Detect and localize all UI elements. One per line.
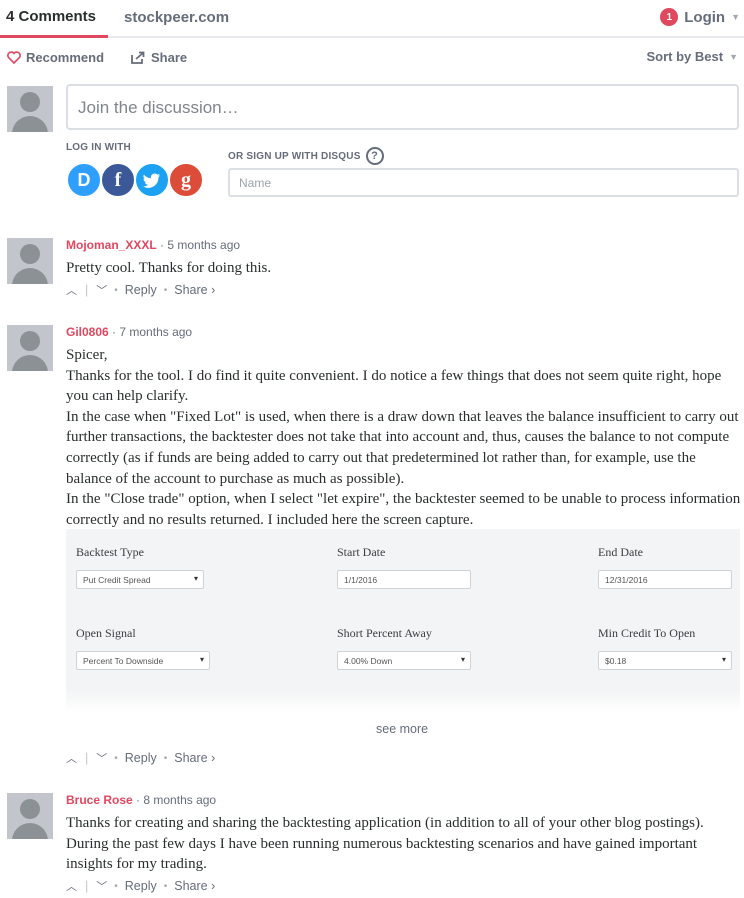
signup-label: OR SIGN UP WITH DISQUS (228, 150, 361, 162)
avatar (7, 325, 53, 371)
comment-author[interactable]: Gil0806 (66, 325, 109, 339)
comment-actions: ︿ | ﹀ • Reply • Share › (66, 750, 215, 766)
backtest-type-select: Put Credit Spread ▾ (76, 570, 204, 589)
active-tab-indicator (0, 35, 108, 38)
comment-actions: ︿ | ﹀ • Reply • Share › (66, 282, 215, 298)
embedded-screenshot[interactable]: Backtest Type Put Credit Spread ▾ Start D… (66, 529, 740, 712)
min-credit-label: Min Credit To Open (598, 626, 696, 640)
reply-button[interactable]: Reply (125, 879, 157, 893)
short-percent-select: 4.00% Down ▾ (337, 651, 471, 670)
disqus-icon[interactable]: D (66, 162, 102, 198)
divider: | (85, 283, 89, 297)
upvote-icon[interactable]: ︿ (66, 750, 77, 766)
comment-paragraph: Thanks for the tool. I do find it quite … (66, 367, 722, 405)
min-credit-select: $0.18 ▾ (598, 651, 732, 670)
social-login-buttons: D f g (66, 162, 204, 198)
comment-meta: Mojoman_XXXL · 5 months ago (66, 238, 240, 252)
comment-paragraph: In the case when "Fixed Lot" is used, wh… (66, 408, 739, 487)
comment-textarea[interactable]: Join the discussion… (66, 84, 739, 130)
sort-dropdown[interactable]: Sort by Best ▼ (647, 49, 739, 64)
twitter-icon[interactable] (134, 162, 170, 198)
comment-time[interactable]: · 7 months ago (112, 325, 192, 339)
action-bar: Recommend Share Sort by Best ▼ (0, 46, 744, 72)
avatar (7, 86, 53, 132)
comment-time[interactable]: · 5 months ago (160, 238, 240, 252)
comment-body: Pretty cool. Thanks for doing this. (66, 258, 742, 279)
tab-comments[interactable]: 4 Comments (6, 8, 96, 25)
downvote-icon[interactable]: ﹀ (96, 878, 107, 894)
divider: • (114, 880, 118, 892)
embed-fade (66, 690, 740, 712)
divider: • (114, 284, 118, 296)
share-icon (131, 51, 145, 64)
downvote-icon[interactable]: ﹀ (96, 282, 107, 298)
comment-paragraph: Pretty cool. Thanks for doing this. (66, 260, 272, 276)
login-menu[interactable]: 1 Login ▼ (660, 8, 740, 26)
open-signal-label: Open Signal (76, 626, 136, 640)
upvote-icon[interactable]: ︿ (66, 282, 77, 298)
divider: • (163, 752, 168, 764)
comment-paragraph: In the "Close trade" option, when I sele… (66, 491, 741, 528)
comment-body: Thanks for creating and sharing the back… (66, 813, 742, 875)
recommend-button[interactable]: Recommend (7, 50, 104, 65)
chevron-down-icon: ▼ (729, 51, 738, 62)
reply-button[interactable]: Reply (125, 751, 157, 765)
divider: • (163, 880, 168, 892)
name-input[interactable]: Name (228, 168, 739, 197)
sort-label: Sort by Best (646, 49, 724, 64)
comment-time[interactable]: · 8 months ago (136, 793, 216, 807)
share-comment-button[interactable]: Share › (174, 879, 215, 893)
start-date-label: Start Date (337, 545, 386, 559)
comment-actions: ︿ | ﹀ • Reply • Share › (66, 878, 215, 894)
login-label: Login (684, 8, 726, 26)
comment-meta: Bruce Rose · 8 months ago (66, 793, 216, 807)
signup-with-disqus: OR SIGN UP WITH DISQUS ? (228, 147, 384, 165)
start-date-field: 1/1/2016 (337, 570, 471, 589)
notification-badge: 1 (660, 8, 679, 26)
chevron-down-icon: ▼ (731, 12, 740, 22)
avatar (7, 793, 53, 839)
comment-paragraph: Thanks for creating and sharing the back… (66, 815, 704, 873)
share-comment-button[interactable]: Share › (174, 283, 215, 297)
downvote-icon[interactable]: ﹀ (96, 750, 107, 766)
comment-meta: Gil0806 · 7 months ago (66, 325, 192, 339)
comment-body: Spicer, Thanks for the tool. I do find i… (66, 345, 742, 530)
reply-button[interactable]: Reply (125, 283, 157, 297)
recommend-label: Recommend (26, 50, 105, 65)
facebook-icon[interactable]: f (100, 162, 136, 198)
help-icon[interactable]: ? (365, 147, 384, 165)
top-nav: 4 Comments stockpeer.com 1 Login ▼ (0, 0, 744, 38)
avatar (7, 238, 53, 284)
google-icon[interactable]: g (168, 162, 204, 198)
comment-author[interactable]: Bruce Rose (66, 793, 133, 807)
divider: • (114, 752, 118, 764)
heart-icon (7, 51, 21, 64)
divider: • (163, 284, 168, 296)
end-date-field: 12/31/2016 (598, 570, 732, 589)
backtest-type-label: Backtest Type (76, 545, 144, 559)
login-with-label: LOG IN WITH (66, 142, 131, 153)
open-signal-select: Percent To Downside ▾ (76, 651, 210, 670)
end-date-label: End Date (598, 545, 643, 559)
tab-community[interactable]: stockpeer.com (124, 9, 229, 26)
short-percent-label: Short Percent Away (337, 626, 432, 640)
divider: | (85, 879, 89, 893)
comment-paragraph: Spicer, (66, 347, 108, 363)
see-more-link[interactable]: see more (376, 722, 428, 736)
upvote-icon[interactable]: ︿ (66, 878, 77, 894)
comment-author[interactable]: Mojoman_XXXL (66, 238, 157, 252)
share-button[interactable]: Share (131, 50, 187, 65)
divider: | (85, 751, 89, 765)
share-label: Share (151, 50, 188, 65)
share-comment-button[interactable]: Share › (174, 751, 215, 765)
